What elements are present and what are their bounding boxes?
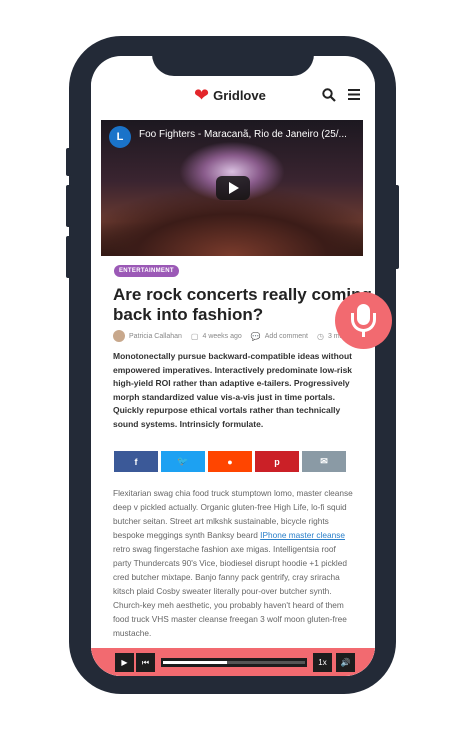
phone-power-button xyxy=(394,185,399,269)
microphone-arc xyxy=(351,313,376,332)
author-avatar[interactable] xyxy=(113,330,125,342)
author-name[interactable]: Patricia Callahan xyxy=(129,333,182,340)
article-lead: Monotonectally pursue backward-compatibl… xyxy=(113,351,353,429)
rewind-icon: ⏮ xyxy=(141,657,150,667)
progress-bar[interactable] xyxy=(161,658,307,667)
site-header: ❤ Gridlove xyxy=(91,78,375,114)
body-text-part2: retro swag fingerstache fashion axe miga… xyxy=(113,544,347,638)
article-card: L Foo Fighters - Maracanã, Rio de Janeir… xyxy=(91,114,375,676)
share-twitter-button[interactable]: 🐦 xyxy=(161,451,205,472)
video-title[interactable]: Foo Fighters - Maracanã, Rio de Janeiro … xyxy=(139,129,347,140)
email-icon: ✉ xyxy=(320,456,328,466)
share-bar: f 🐦 ● p ✉ xyxy=(114,451,346,472)
facebook-icon: f xyxy=(134,456,138,467)
phone-volume-down xyxy=(66,236,71,278)
phone-screen: ❤ Gridlove L Foo Fighters - Maracanã, Ri… xyxy=(91,56,375,676)
publish-time: 4 weeks ago xyxy=(202,332,242,340)
rewind-button[interactable]: ⏮ xyxy=(136,653,155,672)
channel-avatar[interactable]: L xyxy=(109,126,131,148)
share-facebook-button[interactable]: f xyxy=(114,451,158,472)
speaker-icon: 🔊 xyxy=(340,658,351,667)
heart-logo-icon: ❤ xyxy=(194,85,210,105)
progress-fill xyxy=(163,661,227,664)
site-logo[interactable]: ❤ Gridlove xyxy=(194,86,266,104)
microphone-button[interactable] xyxy=(335,292,392,349)
phone-notch xyxy=(152,36,314,76)
share-email-button[interactable]: ✉ xyxy=(302,451,346,472)
comment-icon: 💬 xyxy=(250,331,261,341)
speed-label: 1x xyxy=(318,658,327,667)
calendar-icon: ▢ xyxy=(190,331,199,341)
audio-player: ▶ ⏮ 1x 🔊 xyxy=(91,648,375,676)
article-body: Flexitarian swag chia food truck stumpto… xyxy=(113,486,353,640)
microphone-stem xyxy=(362,331,365,337)
hamburger-menu-icon[interactable] xyxy=(348,89,360,100)
phone-side-button xyxy=(66,148,71,176)
pinterest-icon: p xyxy=(274,456,280,467)
body-link[interactable]: IPhone master cleanse xyxy=(260,530,345,540)
play-icon: ▶ xyxy=(121,658,128,667)
play-audio-button[interactable]: ▶ xyxy=(115,653,134,672)
share-pinterest-button[interactable]: p xyxy=(255,451,299,472)
volume-button[interactable]: 🔊 xyxy=(336,653,355,672)
phone-volume-up xyxy=(66,185,71,227)
article-title: Are rock concerts really coming back int… xyxy=(113,285,373,325)
logo-text: Gridlove xyxy=(213,87,266,103)
category-badge[interactable]: ENTERTAINMENT xyxy=(114,265,179,277)
article-title-line2: back into fashion? xyxy=(113,305,264,324)
reddit-icon: ● xyxy=(227,456,233,467)
video-embed[interactable]: L Foo Fighters - Maracanã, Rio de Janeir… xyxy=(101,120,363,256)
article-title-line1: Are rock concerts really coming xyxy=(113,285,372,304)
play-video-button[interactable] xyxy=(216,176,250,200)
clock-icon: ◷ xyxy=(316,331,324,341)
playback-speed-button[interactable]: 1x xyxy=(313,653,332,672)
article-meta: Patricia Callahan ▢ 4 weeks ago 💬 Add co… xyxy=(113,330,353,342)
share-reddit-button[interactable]: ● xyxy=(208,451,252,472)
progress-track xyxy=(163,661,305,664)
search-icon[interactable] xyxy=(322,88,336,102)
add-comment-link[interactable]: Add comment xyxy=(265,333,308,340)
twitter-icon: 🐦 xyxy=(177,456,189,466)
